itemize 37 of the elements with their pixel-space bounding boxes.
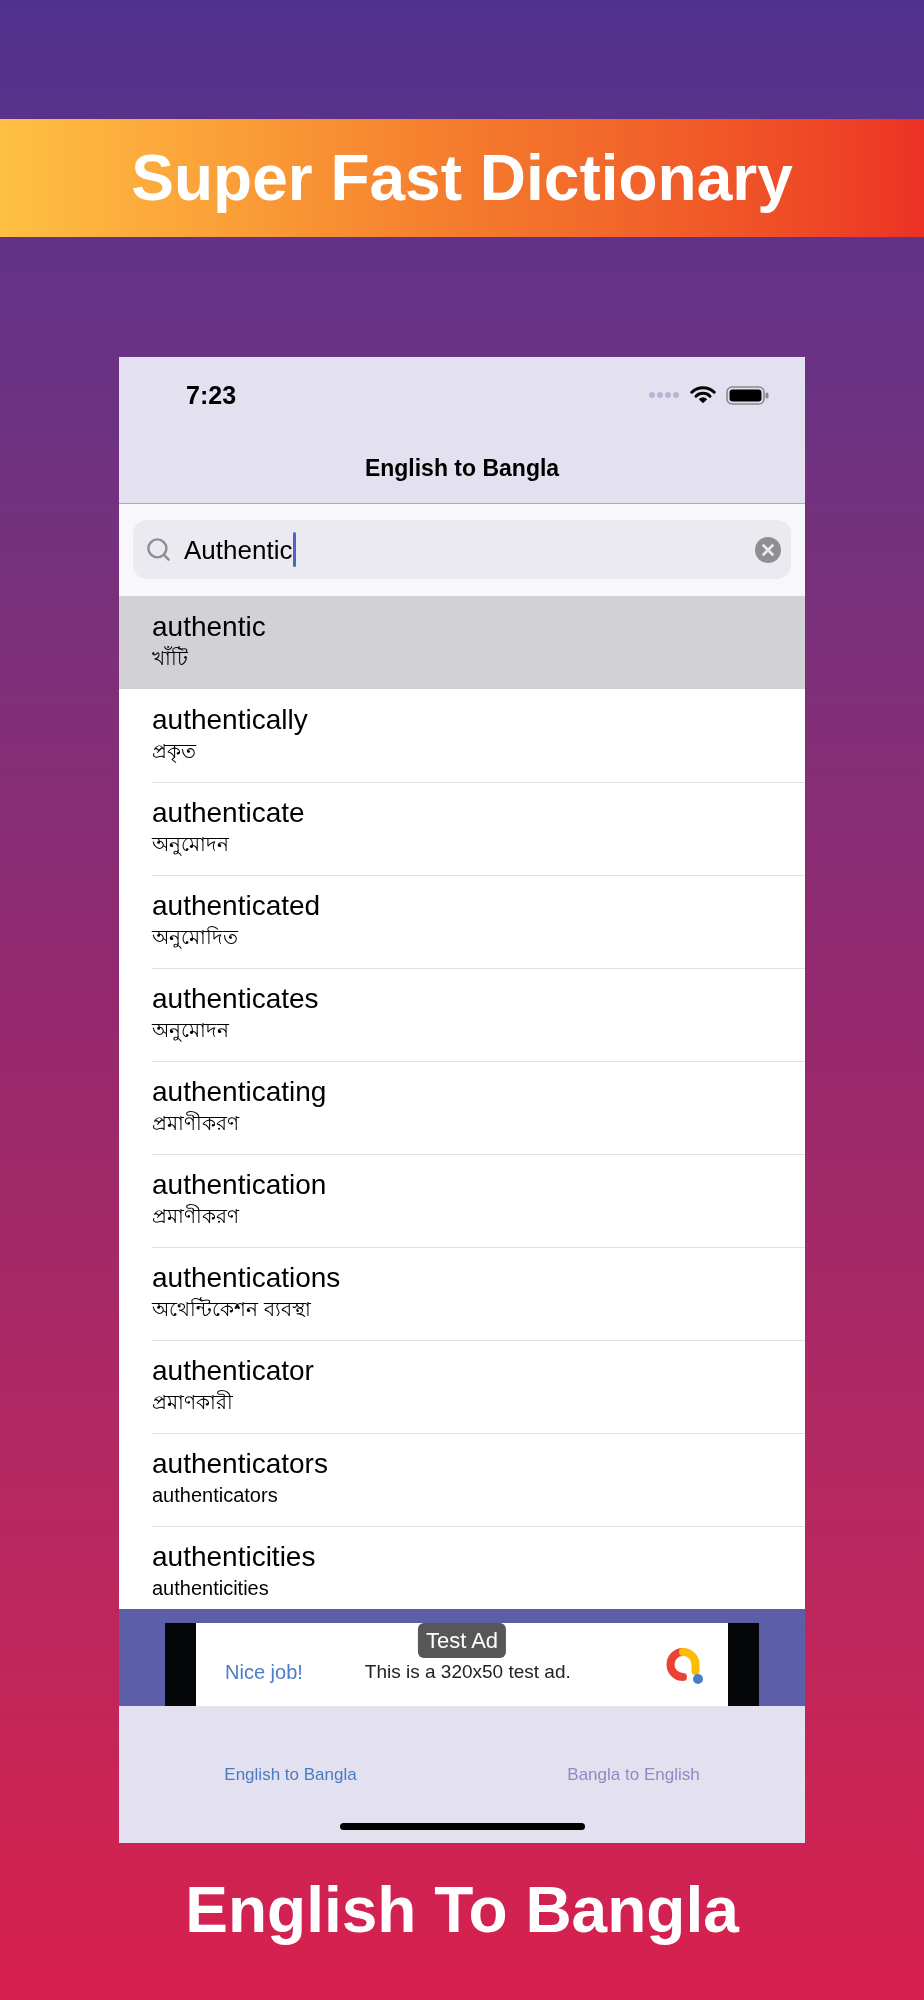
result-word: authenticate — [152, 796, 305, 830]
result-meaning: অথেন্টিকেশন ব্যবস্থা — [152, 1296, 311, 1322]
battery-icon — [726, 385, 769, 405]
result-meaning: প্রমাণীকরণ — [152, 1110, 239, 1136]
result-meaning: authenticators — [152, 1483, 278, 1508]
ad-headline[interactable]: Nice job! — [225, 1659, 303, 1684]
ad-label: Test Ad — [417, 1623, 507, 1658]
result-meaning: প্রমাণীকরণ — [152, 1203, 239, 1229]
banner-title: Super Fast Dictionary — [131, 141, 793, 216]
result-word: authenticating — [152, 1075, 327, 1109]
ad-text: This is a 320x50 test ad. — [364, 1659, 571, 1684]
result-word: authenticators — [152, 1447, 328, 1481]
text-cursor — [293, 532, 297, 567]
result-word: authentication — [152, 1168, 327, 1202]
result-word: authenticator — [152, 1354, 314, 1388]
result-word: authentications — [152, 1261, 341, 1295]
result-meaning: অনুমোদিত — [152, 925, 238, 951]
wifi-icon — [690, 386, 716, 404]
result-row[interactable]: authentic খাঁটি — [119, 596, 805, 689]
signal-dots-icon — [649, 392, 679, 398]
result-word: authentic — [152, 610, 266, 644]
result-word: authenticated — [152, 889, 321, 923]
clear-icon[interactable] — [755, 536, 781, 563]
search-field[interactable]: Authentic — [133, 520, 791, 579]
result-meaning: authenticities — [152, 1576, 269, 1601]
nav-title: English to Bangla — [364, 454, 560, 482]
result-meaning: অনুমোদন — [152, 1018, 229, 1044]
result-meaning: অনুমোদন — [152, 832, 229, 858]
result-word: authenticities — [152, 1540, 316, 1574]
result-word: authentically — [152, 703, 308, 737]
search-icon — [145, 536, 172, 563]
status-time: 7:23 — [186, 380, 237, 410]
result-meaning: প্রকৃত — [152, 739, 196, 765]
footer-title: English To Bangla — [185, 1873, 739, 1948]
result-meaning: প্রমাণকারী — [152, 1389, 233, 1415]
result-meaning: খাঁটি — [152, 645, 188, 671]
result-word: authenticates — [152, 982, 319, 1016]
